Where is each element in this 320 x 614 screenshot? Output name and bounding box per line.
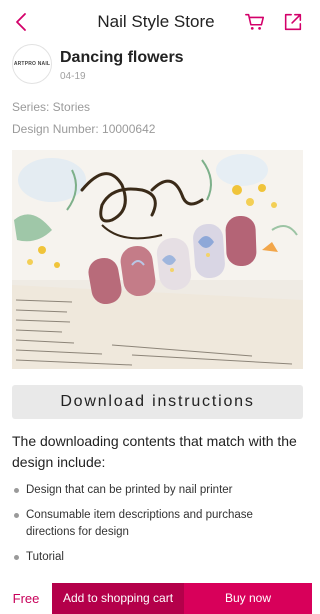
- add-to-cart-button[interactable]: Add to shopping cart: [52, 583, 184, 614]
- design-date: 04-19: [60, 71, 86, 82]
- buy-now-button[interactable]: Buy now: [184, 583, 312, 614]
- design-number: Design Number: 10000642: [12, 122, 156, 136]
- nail-design-image: [12, 150, 303, 369]
- list-item-text: Tutorial: [26, 551, 64, 563]
- list-item-text: Consumable item descriptions and purchas…: [26, 509, 253, 538]
- bottom-action-bar: Free Add to shopping cart Buy now: [0, 583, 312, 614]
- author-block[interactable]: ARTPRO NAIL Dancing flowers 04-19: [12, 44, 302, 88]
- list-item: Tutorial: [12, 549, 302, 566]
- bullet-dot-icon: [14, 513, 19, 518]
- download-instructions-button[interactable]: Download instructions: [12, 385, 303, 419]
- avatar[interactable]: ARTPRO NAIL: [12, 44, 52, 84]
- top-bar: Nail Style Store: [0, 0, 312, 44]
- series-label: Series: Stories: [12, 100, 91, 114]
- list-item-text: Design that can be printed by nail print…: [26, 484, 233, 496]
- cart-icon[interactable]: [244, 11, 266, 33]
- bullet-dot-icon: [14, 555, 19, 560]
- design-photo[interactable]: [12, 150, 303, 369]
- design-name: Dancing flowers: [60, 49, 184, 66]
- contents-intro: The downloading contents that match with…: [12, 433, 297, 470]
- list-item: Design that can be printed by nail print…: [12, 482, 302, 499]
- bullet-dot-icon: [14, 488, 19, 493]
- price-label: Free: [12, 591, 40, 606]
- share-icon[interactable]: [282, 11, 304, 33]
- list-item: Consumable item descriptions and purchas…: [12, 507, 302, 541]
- avatar-logo-text: ARTPRO NAIL: [13, 61, 51, 67]
